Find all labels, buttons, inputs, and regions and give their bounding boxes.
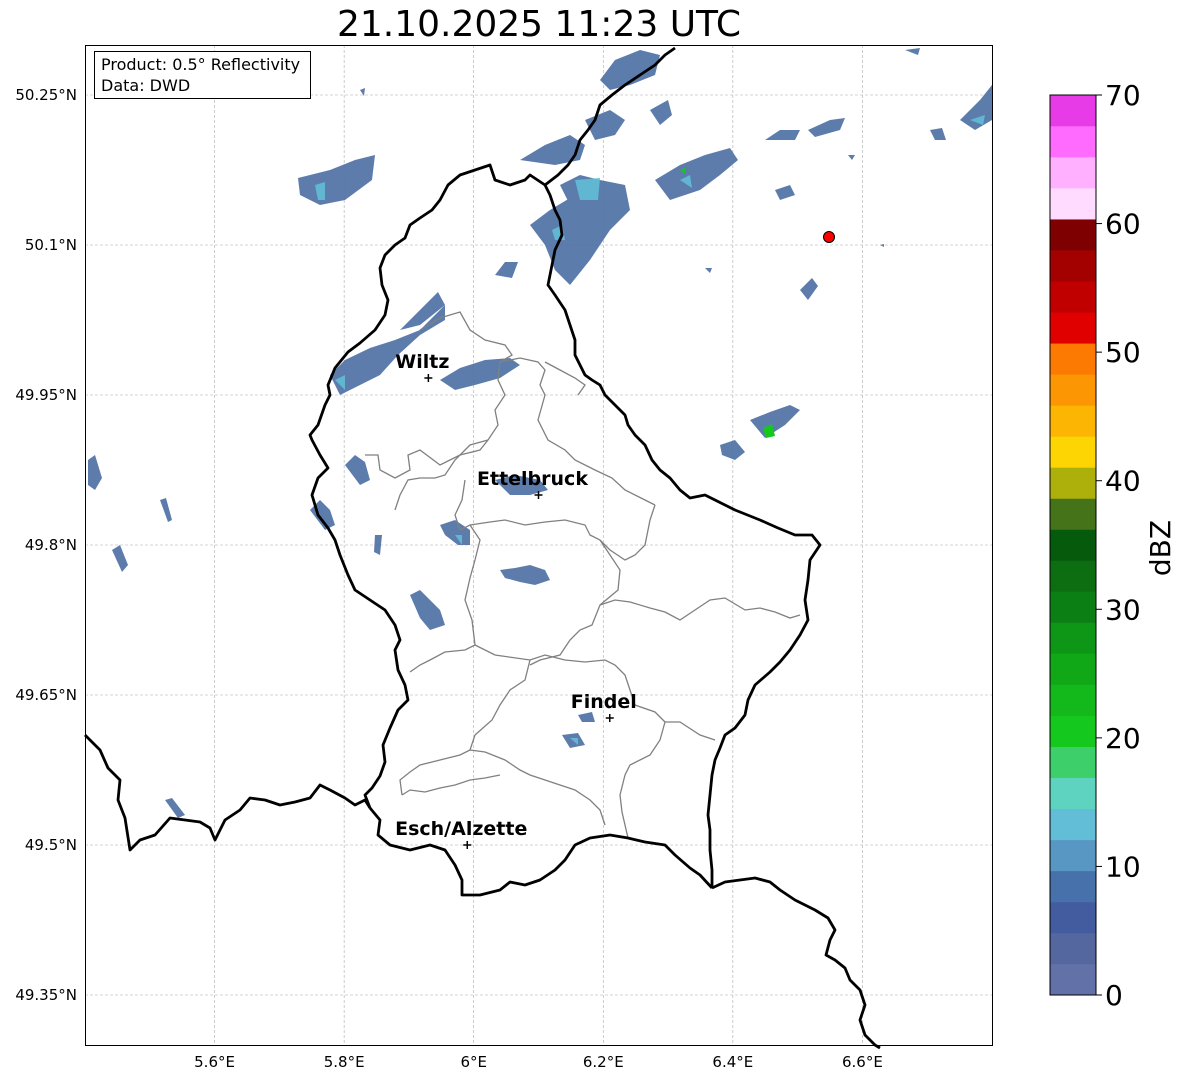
colorbar-segment xyxy=(1050,808,1096,841)
lon-tick-label: 6.2°E xyxy=(583,1053,624,1071)
colorbar-segment xyxy=(1050,529,1096,561)
radar-map: 50.25°N 50.1°N 49.95°N 49.8°N 49.65°N 49.5°N 4… xyxy=(15,45,1177,1071)
lat-tick-label: 49.35°N xyxy=(15,986,77,1004)
colorbar-segment xyxy=(1050,436,1096,468)
colorbar-segment xyxy=(1050,498,1096,530)
lon-tick-label: 6.6°E xyxy=(842,1053,883,1071)
lat-tick-label: 49.65°N xyxy=(15,686,77,704)
colorbar-segment xyxy=(1050,312,1096,344)
colorbar-tick-label: 30 xyxy=(1105,593,1141,626)
colorbar-segment xyxy=(1050,653,1096,685)
lon-tick-label: 5.6°E xyxy=(194,1053,235,1071)
colorbar-segment xyxy=(1050,467,1096,499)
colorbar-segment xyxy=(1050,746,1096,779)
colorbar-label: dBZ xyxy=(1144,520,1177,576)
colorbar-segment xyxy=(1050,188,1096,220)
data-source-text: Data: DWD xyxy=(101,76,191,95)
city-label: Esch/Alzette xyxy=(395,818,527,840)
colorbar-segment xyxy=(1050,95,1096,127)
colorbar-segment xyxy=(1050,281,1096,313)
colorbar-tick-label: 20 xyxy=(1105,722,1141,755)
city-esch-alzette: Esch/Alzette xyxy=(395,818,527,849)
radar-echoes xyxy=(88,48,992,818)
colorbar-segment xyxy=(1050,591,1096,623)
latitude-tick-labels: 50.25°N 50.1°N 49.95°N 49.8°N 49.65°N 49.5°N 4… xyxy=(15,86,77,1004)
lat-tick-label: 50.25°N xyxy=(15,86,77,104)
lon-tick-label: 6°E xyxy=(460,1053,487,1071)
colorbar-segment xyxy=(1050,932,1096,965)
colorbar-segment xyxy=(1050,405,1096,437)
colorbar-segment xyxy=(1050,250,1096,282)
country-borders xyxy=(84,46,881,1050)
city-label: Findel xyxy=(571,691,637,713)
colorbar-segment xyxy=(1050,963,1096,996)
colorbar-segment xyxy=(1050,622,1096,654)
colorbar-segment xyxy=(1050,870,1096,903)
colorbar-segment xyxy=(1050,777,1096,810)
city-wiltz: Wiltz xyxy=(395,351,449,382)
city-label: Wiltz xyxy=(395,351,449,373)
longitude-tick-labels: 5.6°E 5.8°E 6°E 6.2°E 6.4°E 6.6°E xyxy=(194,1053,883,1071)
lat-tick-label: 49.5°N xyxy=(25,836,77,854)
product-text: Product: 0.5° Reflectivity xyxy=(101,55,301,74)
colorbar-segment xyxy=(1050,343,1096,375)
colorbar-tick-label: 40 xyxy=(1105,465,1141,498)
city-ettelbruck: Ettelbruck xyxy=(477,468,588,499)
colorbar-tick-label: 50 xyxy=(1105,336,1141,369)
info-box: Product: 0.5° Reflectivity Data: DWD xyxy=(94,51,311,99)
lon-tick-label: 6.4°E xyxy=(712,1053,753,1071)
colorbar-segment xyxy=(1050,715,1096,748)
lat-tick-label: 49.95°N xyxy=(15,386,77,404)
colorbar-segment xyxy=(1050,684,1096,716)
colorbar-tick-label: 60 xyxy=(1105,208,1141,241)
lat-tick-label: 49.8°N xyxy=(25,536,77,554)
plot-frame xyxy=(85,45,993,1046)
city-markers: Wiltz Ettelbruck Findel Esch/Alzette xyxy=(395,351,637,849)
colorbar-tick-label: 10 xyxy=(1105,850,1141,883)
colorbar-segment xyxy=(1050,560,1096,592)
grid-lines xyxy=(85,45,992,1045)
colorbar-segment xyxy=(1050,219,1096,251)
colorbar-segment xyxy=(1050,374,1096,406)
colorbar-tick-label: 0 xyxy=(1105,979,1123,1012)
lat-tick-label: 50.1°N xyxy=(25,236,77,254)
radar-site-marker xyxy=(823,231,835,243)
colorbar-tick-label: 70 xyxy=(1105,79,1141,112)
lon-tick-label: 5.8°E xyxy=(324,1053,365,1071)
district-boundaries xyxy=(365,311,801,839)
colorbar-segment xyxy=(1050,839,1096,872)
city-label: Ettelbruck xyxy=(477,468,588,490)
colorbar-segment xyxy=(1050,157,1096,189)
colorbar-segment xyxy=(1050,126,1096,158)
colorbar: 0 10 20 30 40 50 60 70 xyxy=(1049,79,1141,1012)
colorbar-segment xyxy=(1050,901,1096,934)
